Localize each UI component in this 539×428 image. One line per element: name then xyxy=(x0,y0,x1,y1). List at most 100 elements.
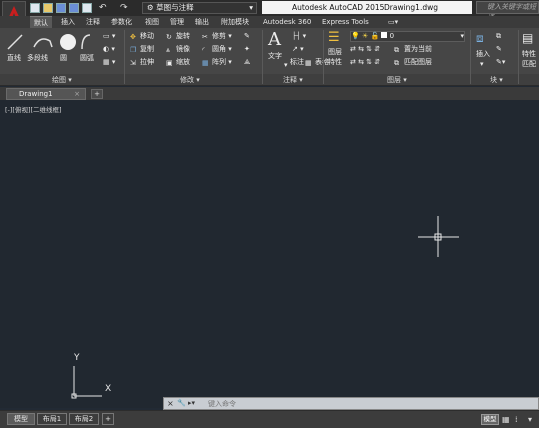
trim-icon: ✂ xyxy=(202,33,208,41)
region-icon[interactable]: ▦ ▾ xyxy=(103,58,115,67)
move-button[interactable]: ✥ 移动 xyxy=(130,32,154,41)
tab-annotate[interactable]: 注释 xyxy=(86,16,100,28)
insert-dropdown-icon[interactable]: ▾ xyxy=(480,60,484,69)
divider xyxy=(518,30,519,84)
insert-button[interactable]: 插入 xyxy=(476,50,490,59)
draw-panel-title[interactable]: 绘图 ▾ xyxy=(52,75,72,85)
text-button[interactable]: 文字 xyxy=(268,52,282,61)
divider xyxy=(124,30,125,84)
array-button[interactable]: ▦ 阵列 ▾ xyxy=(202,58,232,67)
ribbon-options-icon[interactable]: ▭▾ xyxy=(388,16,398,28)
current-layer-name: 0 xyxy=(389,32,395,40)
new-file-icon[interactable] xyxy=(30,3,40,13)
document-tab-bar: Drawing1 × + xyxy=(0,87,539,100)
copy-button[interactable]: ❐ 复制 xyxy=(130,45,154,54)
undo-icon[interactable]: ↶ xyxy=(99,3,109,13)
add-layout-button[interactable]: + xyxy=(102,413,114,425)
layer-properties-label-1[interactable]: 图层 xyxy=(328,48,342,57)
new-tab-button[interactable]: + xyxy=(91,89,103,99)
line-button[interactable]: 直线 xyxy=(7,54,21,63)
polyline-button[interactable]: 多段线 xyxy=(27,54,48,63)
make-current-button[interactable]: ⧉ 置为当前 xyxy=(394,45,432,54)
tab-default[interactable]: 默认 xyxy=(30,16,52,28)
block-panel-title[interactable]: 块 ▾ xyxy=(490,75,503,85)
search-input[interactable]: 键入关键字或短语 xyxy=(476,1,539,22)
tab-manage[interactable]: 管理 xyxy=(170,16,184,28)
move-icon: ✥ xyxy=(130,33,136,41)
text-dropdown-icon[interactable]: ▾ xyxy=(284,61,288,70)
array-icon: ▦ xyxy=(202,59,209,67)
layout-tab-layout1[interactable]: 布局1 xyxy=(37,413,67,425)
model-space-button[interactable]: 模型 xyxy=(481,414,499,425)
dimension-icon[interactable]: ├┤ ▾ xyxy=(292,32,306,41)
command-input[interactable] xyxy=(208,399,528,409)
lock-icon: 🔓 xyxy=(370,32,380,40)
wrench-icon[interactable]: 🔧 xyxy=(177,399,186,407)
match-layer-button[interactable]: ⧉ 匹配图层 xyxy=(394,58,432,67)
annotation-panel-title[interactable]: 注释 ▾ xyxy=(283,75,303,85)
plot-icon[interactable] xyxy=(82,3,92,13)
offset-icon[interactable]: ⟁ xyxy=(244,58,250,67)
dimension-button[interactable]: 标注 xyxy=(290,58,304,67)
hatch-icon[interactable]: ◐ ▾ xyxy=(103,45,115,54)
window-title: Autodesk AutoCAD 2015 Drawing1.dwg xyxy=(262,1,472,14)
stretch-button[interactable]: ⇲ 拉伸 xyxy=(130,58,154,67)
layer-properties-label-2[interactable]: 特性 xyxy=(328,58,342,67)
trim-button[interactable]: ✂ 修剪 ▾ xyxy=(202,32,232,41)
tab-parametric[interactable]: 参数化 xyxy=(111,16,132,28)
edit-attributes-icon[interactable]: ✎▾ xyxy=(496,58,505,67)
panel-title-bar xyxy=(0,74,539,85)
layer-dropdown[interactable]: 💡 ☀ 🔓 0 ▾ xyxy=(350,31,465,42)
fillet-button[interactable]: ◜ 圆角 ▾ xyxy=(202,45,232,54)
layout-tab-model[interactable]: 模型 xyxy=(7,413,35,425)
table-button[interactable]: ▦ 表格 xyxy=(305,58,329,67)
drawing-canvas[interactable]: [-][俯视][二维线框] Y X xyxy=(0,100,539,408)
close-icon[interactable]: × xyxy=(74,89,80,99)
command-line[interactable]: × 🔧 ▸▾ xyxy=(163,397,539,410)
open-file-icon[interactable] xyxy=(43,3,53,13)
rectangle-icon[interactable]: ▭ ▾ xyxy=(103,32,115,41)
tab-output[interactable]: 输出 xyxy=(195,16,209,28)
tab-insert[interactable]: 插入 xyxy=(61,16,75,28)
layer-tools-row-1[interactable]: ⇄ ⇆ ⇅ ⇵ xyxy=(350,45,380,54)
arc-button[interactable]: 圆弧 xyxy=(80,54,94,63)
tab-addins[interactable]: 附加模块 xyxy=(221,16,249,28)
redo-icon[interactable]: ↷ xyxy=(120,3,130,13)
snap-icon[interactable]: ⁞ xyxy=(515,415,524,424)
tab-autodesk360[interactable]: Autodesk 360 xyxy=(263,16,311,28)
layout-tab-layout2[interactable]: 布局2 xyxy=(69,413,99,425)
erase-icon[interactable]: ✎ xyxy=(244,32,250,41)
edit-block-icon[interactable]: ✎ xyxy=(496,45,502,54)
divider xyxy=(262,30,263,84)
scale-button[interactable]: ▣ 缩放 xyxy=(166,58,190,67)
sun-icon: ☀ xyxy=(361,32,369,40)
lightbulb-icon: 💡 xyxy=(351,32,360,40)
save-icon[interactable] xyxy=(56,3,66,13)
mirror-button[interactable]: ⩓ 镜像 xyxy=(166,45,190,54)
gear-icon: ⚙ xyxy=(147,3,154,12)
leader-icon[interactable]: ↗ ▾ xyxy=(292,45,304,54)
close-icon[interactable]: × xyxy=(167,399,174,408)
ucs-y-label: Y xyxy=(74,353,80,363)
create-block-icon[interactable]: ⧉ xyxy=(496,32,501,41)
layer-tools-row-2[interactable]: ⇄ ⇆ ⇅ ⇵ xyxy=(350,58,380,67)
scale-icon: ▣ xyxy=(166,59,173,67)
chevron-down-icon[interactable]: ▾ xyxy=(528,415,537,424)
workspace-switcher[interactable]: ⚙ 草图与注释 ▾ xyxy=(142,2,257,14)
match-properties-button[interactable]: 匹配 xyxy=(522,60,536,69)
save-as-icon[interactable] xyxy=(69,3,79,13)
circle-button[interactable]: 圆 xyxy=(60,54,67,63)
properties-button[interactable]: 特性 xyxy=(522,50,536,59)
ucs-icon xyxy=(71,366,102,399)
rotate-icon: ↻ xyxy=(166,33,172,41)
tab-express-tools[interactable]: Express Tools xyxy=(322,16,369,28)
explode-icon[interactable]: ✦ xyxy=(244,45,250,54)
grid-icon[interactable]: ▦ xyxy=(502,415,511,424)
layers-panel-title[interactable]: 图层 ▾ xyxy=(387,75,407,85)
document-tab-drawing1[interactable]: Drawing1 × xyxy=(6,88,86,100)
command-prompt-icon[interactable]: ▸▾ xyxy=(188,398,195,409)
modify-panel-title[interactable]: 修改 ▾ xyxy=(180,75,200,85)
rotate-button[interactable]: ↻ 旋转 xyxy=(166,32,190,41)
file-name: Drawing1.dwg xyxy=(384,3,438,12)
tab-view[interactable]: 视图 xyxy=(145,16,159,28)
